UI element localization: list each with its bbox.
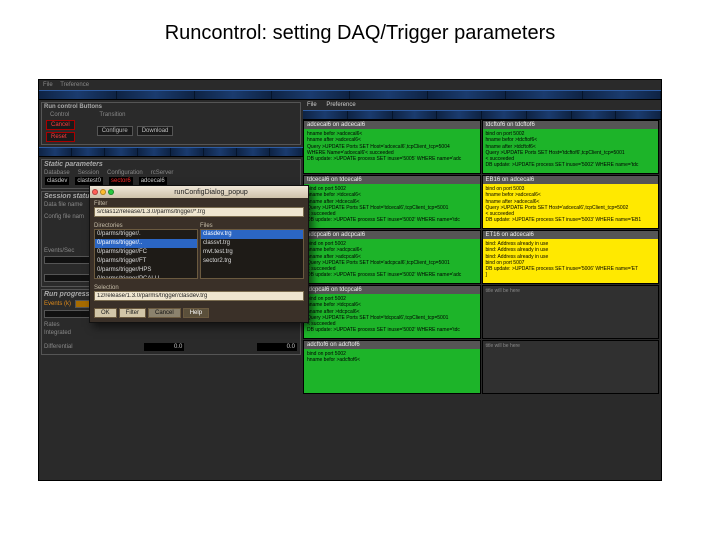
dirs-listbox[interactable]: 0/parms/trigger/.0/parms/trigger/..0/par…: [94, 229, 198, 279]
list-item[interactable]: 0/parms/trigger/.: [95, 230, 197, 239]
ok-button[interactable]: OK: [94, 308, 117, 318]
dialog-titlebar[interactable]: runConfigDialog_popup: [90, 186, 308, 198]
h-config: Configuration: [107, 170, 143, 176]
right-column: File Preference adcecal6 on adcecal6hnam…: [303, 100, 661, 480]
terminal-body: bind on port 5002 hname befor >tdcecal6<…: [304, 184, 480, 228]
terminal-title: adcecal6 on adcecal6: [304, 121, 480, 129]
rate-zero2: 0.0: [257, 343, 297, 351]
terminal-title: tdcecal6 on tdcecal6: [304, 176, 480, 184]
events-sec-label: Events/Sec: [44, 248, 74, 254]
terminal-body: title will be here: [483, 286, 659, 338]
terminal-body: bind on port 5002 hname befor >tdcftof6<…: [483, 129, 659, 173]
dialog-cancel-button[interactable]: Cancel: [148, 308, 181, 318]
list-item[interactable]: 0/parms/trigger/FC: [95, 248, 197, 257]
rack-strip-right: [303, 110, 661, 120]
app-window: File Treference Run control Buttons Cont…: [38, 79, 662, 481]
list-item[interactable]: clasdev.trg: [201, 230, 303, 239]
terminal-1[interactable]: tdcftof6 on tdcftof6bind on port 5002 hn…: [482, 120, 660, 174]
slide-title: Runcontrol: setting DAQ/Trigger paramete…: [0, 0, 720, 45]
terminal-5[interactable]: ET16 on adcecal6bind: Address already in…: [482, 230, 660, 284]
v-database: clasdev: [45, 177, 69, 185]
file-dialog: runConfigDialog_popup Filter Directories…: [89, 185, 309, 323]
h-session: Session: [78, 170, 99, 176]
config-file-label: Config file nam: [44, 214, 84, 220]
list-item[interactable]: 0/parms/trigger/FT: [95, 257, 197, 266]
integrated-label: Integrated: [44, 330, 71, 336]
list-item[interactable]: classvt.trg: [201, 239, 303, 248]
main-menubar: File Treference: [39, 80, 661, 90]
list-item[interactable]: 0/parms/trigger/PCALU: [95, 275, 197, 279]
download-button[interactable]: Download: [137, 126, 174, 136]
v-rcserver: adcecal6: [139, 177, 167, 185]
v-config: sector6: [109, 177, 133, 185]
terminal-4[interactable]: adcpcal6 on adcpcal6bind on port 5002 hn…: [303, 230, 481, 284]
terminal-body: bind on port 5002 hname befor >adcftof6<: [304, 349, 480, 393]
terminal-title: tdcpcal6 on tdcpcal6: [304, 286, 480, 294]
h-database: Database: [44, 170, 70, 176]
reset-button[interactable]: Reset: [46, 132, 75, 142]
control-label: Control: [50, 112, 69, 118]
rack-strip-top: [39, 90, 661, 100]
selection-input[interactable]: [94, 291, 304, 301]
list-item[interactable]: sector2.trg: [201, 257, 303, 266]
filter-button[interactable]: Filter: [119, 308, 146, 318]
close-icon[interactable]: [92, 189, 98, 195]
terminal-title: adcftof6 on adcftof6: [304, 341, 480, 349]
rate-zero1: 0.0: [144, 343, 184, 351]
terminal-0[interactable]: adcecal6 on adcecal6hname befor >adcecal…: [303, 120, 481, 174]
configure-button[interactable]: Configure: [97, 126, 133, 136]
right-menu-file[interactable]: File: [307, 102, 317, 108]
list-item[interactable]: mvt.test.trg: [201, 248, 303, 257]
data-file-label: Data file name: [44, 202, 83, 208]
runcontrol-panel: Run control Buttons Control Transition C…: [41, 102, 301, 145]
menu-file[interactable]: File: [43, 82, 53, 88]
zoom-icon[interactable]: [108, 189, 114, 195]
terminal-grid: adcecal6 on adcecal6hname befor >adcecal…: [303, 120, 661, 394]
terminal-body: bind on port 5002 hname befor >adcpcal6<…: [304, 239, 480, 283]
eventsk-label: Events (k): [44, 301, 71, 307]
differential-label: Differential: [44, 344, 73, 350]
terminal-body: hname befor >adcecal6< hname after >adce…: [304, 129, 480, 173]
cancel-button[interactable]: Cancel: [46, 120, 75, 130]
list-item[interactable]: 0/parms/trigger/HPS: [95, 266, 197, 275]
terminal-title: ET16 on adcecal6: [483, 231, 659, 239]
terminal-title: EB16 on adcecal6: [483, 176, 659, 184]
terminal-8[interactable]: adcftof6 on adcftof6bind on port 5002 hn…: [303, 340, 481, 394]
terminal-body: bind on port 5002 hname befor >tdcpcal6<…: [304, 294, 480, 338]
terminal-body: title will be here: [483, 341, 659, 393]
terminal-body: bind on port 5003 hname befor >adcecal6<…: [483, 184, 659, 228]
h-rcserver: rcServer: [151, 170, 174, 176]
menu-reference[interactable]: Treference: [60, 82, 89, 88]
terminal-title: adcpcal6 on adcpcal6: [304, 231, 480, 239]
terminal-3[interactable]: EB16 on adcecal6bind on port 5003 hname …: [482, 175, 660, 229]
terminal-7[interactable]: title will be here: [482, 285, 660, 339]
filter-input[interactable]: [94, 207, 304, 217]
terminal-title: tdcftof6 on tdcftof6: [483, 121, 659, 129]
help-button[interactable]: Help: [183, 308, 209, 318]
right-menu-preference[interactable]: Preference: [326, 102, 355, 108]
dialog-title: runConfigDialog_popup: [116, 189, 306, 196]
transition-label: Transition: [99, 112, 125, 118]
list-item[interactable]: 0/parms/trigger/..: [95, 239, 197, 248]
terminal-body: bind: Address already in use bind: Addre…: [483, 239, 659, 283]
v-session: clastest0: [75, 177, 103, 185]
terminal-2[interactable]: tdcecal6 on tdcecal6bind on port 5002 hn…: [303, 175, 481, 229]
rack-strip-mid: [39, 147, 303, 157]
files-listbox[interactable]: clasdev.trgclassvt.trgmvt.test.trgsector…: [200, 229, 304, 279]
static-title: Static parameters: [44, 161, 298, 168]
terminal-6[interactable]: tdcpcal6 on tdcpcal6bind on port 5002 hn…: [303, 285, 481, 339]
right-menubar: File Preference: [303, 100, 661, 110]
terminal-9[interactable]: title will be here: [482, 340, 660, 394]
minimize-icon[interactable]: [100, 189, 106, 195]
runcontrol-title: Run control Buttons: [44, 104, 298, 110]
